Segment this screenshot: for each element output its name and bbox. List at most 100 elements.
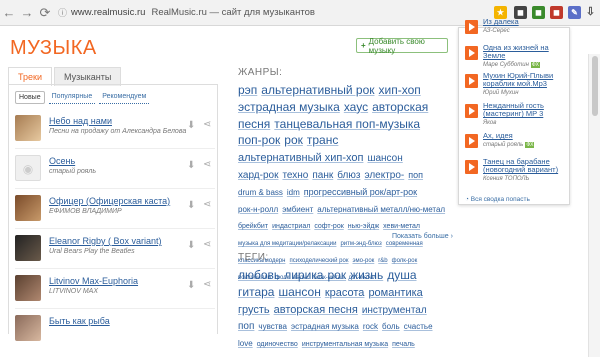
download-icon[interactable]: ⬇ [187, 240, 195, 251]
genre-link[interactable]: авторская [372, 101, 428, 114]
share-icon[interactable]: ⋖ [203, 239, 211, 250]
track-title[interactable]: Осень [49, 156, 75, 166]
track-title[interactable]: Eleanor Rigby ( Box variant) [49, 236, 162, 246]
genre-link[interactable]: хип-хоп [379, 84, 421, 97]
genre-link[interactable]: альтернативный хип-хоп [238, 153, 363, 165]
tag-link[interactable]: одиночество [257, 341, 298, 348]
tag-link[interactable]: чувства [258, 322, 287, 331]
popup-track-title[interactable]: Ах, идея [483, 131, 569, 140]
share-icon[interactable]: ⋖ [203, 199, 211, 210]
track-item[interactable]: Eleanor Rigby ( Box variant) Ural Bears … [15, 235, 215, 269]
genre-link[interactable]: музыка для медитации/релаксации [238, 241, 336, 247]
track-thumbnail[interactable] [15, 195, 41, 221]
genre-link[interactable]: танцевальная поп-музыка [274, 117, 420, 131]
scrollbar-thumb[interactable] [592, 56, 598, 116]
play-icon[interactable] [465, 20, 478, 34]
genre-link[interactable]: хеви-метал [383, 223, 420, 230]
track-thumbnail[interactable] [15, 115, 41, 141]
track-artist[interactable]: Ural Bears Play the Beatles [49, 248, 135, 255]
tag-link[interactable]: love [238, 339, 253, 348]
genre-link[interactable]: прогрессивный рок/арт-рок [304, 187, 417, 197]
tag-link[interactable]: жизнь [350, 269, 383, 282]
share-icon[interactable]: ⋖ [203, 159, 211, 170]
genre-link[interactable]: альтернативный рок [261, 84, 374, 97]
genre-link[interactable]: рэп [238, 84, 257, 97]
track-thumbnail[interactable] [15, 235, 41, 261]
popup-track[interactable]: Танец на барабане (новогодний вариант) К… [465, 157, 569, 184]
camera-placeholder-icon[interactable]: ◉ [15, 155, 41, 181]
tag-link[interactable]: счастье [404, 322, 433, 331]
track-artist[interactable]: LITVINOV MAX [49, 288, 98, 295]
download-icon[interactable]: ⬇ [187, 200, 195, 211]
genre-link[interactable]: транс [307, 134, 338, 147]
tag-link[interactable]: боль [382, 322, 400, 331]
play-icon[interactable] [465, 46, 478, 60]
address-bar[interactable]: ⓘ www.realmusic.ru RealMusic.ru — сайт д… [58, 6, 315, 19]
genre-link[interactable]: поп [408, 170, 423, 180]
extension-icon[interactable]: ✎ [568, 6, 581, 19]
track-title[interactable]: Офицер (Офицерская каста) [49, 196, 170, 206]
tag-link[interactable]: rock [363, 322, 378, 331]
popup-track-title[interactable]: Мухин Юрий-Плыви кораблик мой.Мр3 [483, 71, 569, 89]
genre-link[interactable]: панк [312, 170, 333, 182]
reload-icon[interactable]: ⟳ [36, 5, 54, 21]
genre-link[interactable]: поп-рок [238, 134, 280, 147]
show-more-link[interactable]: Показать больше › [392, 233, 453, 240]
genre-link[interactable]: рок-н-ролл [238, 205, 278, 214]
genre-link[interactable]: индастриал [272, 223, 310, 230]
filter-new[interactable]: Новые [15, 91, 45, 104]
tag-link[interactable]: инструментал [362, 305, 427, 317]
track-thumbnail[interactable] [15, 275, 41, 301]
tag-link[interactable]: красота [325, 287, 365, 300]
share-icon[interactable]: ⋖ [203, 119, 211, 130]
play-icon[interactable] [465, 104, 478, 118]
track-item[interactable]: ◉ Осень старый рояль ⬇ ⋖ [15, 155, 215, 189]
track-item[interactable]: Небо над нами Песни на продажу от Алекса… [15, 115, 215, 149]
genre-link[interactable]: техно [282, 170, 308, 182]
site-logo[interactable]: МУЗЫКА [10, 37, 97, 60]
genre-link[interactable]: фолк-рок [392, 258, 418, 264]
play-icon[interactable] [465, 134, 478, 148]
filter-recommended[interactable]: Рекомендуем [99, 91, 150, 104]
genre-link[interactable]: психоделический рок [289, 258, 348, 264]
popup-track[interactable]: Нежданный гость (мастеринг) MP 3 Яков [465, 101, 569, 128]
popup-track-title[interactable]: Танец на барабане (новогодний вариант) [483, 157, 569, 175]
forward-arrow-icon[interactable]: → [18, 5, 36, 20]
genre-link[interactable]: эмо-рок [352, 258, 374, 264]
track-title[interactable]: Быть как рыба [49, 316, 110, 326]
popup-track-title[interactable]: Одна из жизней на Земле [483, 43, 569, 61]
tag-link[interactable]: грусть [238, 304, 270, 317]
add-music-button[interactable]: + Добавить свою музыку [356, 37, 448, 55]
tag-link[interactable]: душа [387, 269, 416, 282]
popup-track[interactable]: Ах, идея старый рояль ФХ [465, 131, 569, 158]
genre-link[interactable]: хаус [344, 101, 368, 114]
tag-link[interactable]: авторская песня [274, 304, 358, 317]
track-item[interactable]: Litvinov Max-Euphoria LITVINOV MAX ⬇ ⋖ [15, 275, 215, 309]
track-artist[interactable]: старый рояль [49, 168, 96, 175]
tag-link[interactable]: рок [327, 269, 346, 282]
track-title[interactable]: Небо над нами [49, 116, 112, 126]
play-icon[interactable] [465, 74, 478, 88]
popup-track-title[interactable]: Из далека [483, 17, 569, 26]
genre-link[interactable]: шансон [367, 154, 402, 165]
genre-link[interactable]: рок [284, 134, 303, 147]
track-artist[interactable]: ЕФИМОВ ВЛАДИМИР [49, 208, 122, 215]
tag-link[interactable]: романтика [368, 287, 422, 300]
track-artist[interactable]: Песни на продажу от Александра Белова [49, 128, 186, 135]
genre-link[interactable]: блюз [337, 170, 360, 182]
scrollbar[interactable] [588, 54, 600, 357]
genre-link[interactable]: современная [386, 241, 423, 247]
genre-link[interactable]: эстрадная музыка [238, 101, 340, 114]
popup-track[interactable]: Одна из жизней на Земле Маре Субботин ФХ [465, 43, 569, 70]
play-icon[interactable] [465, 160, 478, 174]
genre-link[interactable]: ритм-энд-блюз [340, 241, 381, 247]
genre-link[interactable]: drum & bass [238, 188, 283, 197]
track-item[interactable]: Быть как рыба [15, 315, 215, 349]
tag-link[interactable]: любовь [238, 269, 280, 282]
popup-all-link[interactable]: ◔ Вся сводка попасть [465, 196, 530, 203]
genre-link[interactable]: брейкбит [238, 223, 268, 230]
tag-link[interactable]: лирика [284, 269, 323, 282]
share-icon[interactable]: ⋖ [203, 279, 211, 290]
genre-link[interactable]: хард-рок [238, 170, 278, 182]
tag-link[interactable]: эстрадная музыка [291, 322, 359, 331]
